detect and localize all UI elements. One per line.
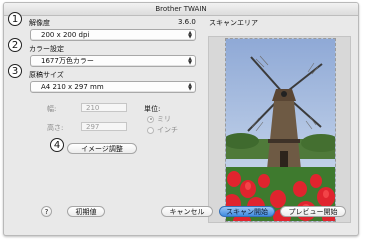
color-select[interactable]: 1677万色カラー ▲ ▼ xyxy=(30,55,196,67)
version-label: 3.6.0 xyxy=(178,18,196,26)
unit-label: 単位: xyxy=(144,105,161,113)
twain-dialog: Brother TWAIN 解像度 3.6.0 200 x 200 dpi ▲ ▼… xyxy=(3,2,359,236)
resolution-label: 解像度 xyxy=(29,19,50,27)
select-arrows-icon: ▲ ▼ xyxy=(188,56,192,66)
defaults-button[interactable]: 初期値 xyxy=(67,206,105,217)
height-label: 高さ: xyxy=(47,124,64,132)
windmill-tulip-photo xyxy=(226,39,335,221)
unit-mm-label: ミリ xyxy=(157,115,171,123)
select-arrows-icon: ▲ ▼ xyxy=(188,82,192,92)
document-size-select[interactable]: A4 210 x 297 mm ▲ ▼ xyxy=(30,81,196,93)
resolution-value: 200 x 200 dpi xyxy=(41,31,90,39)
radio-icon xyxy=(147,115,154,123)
unit-radio-inch[interactable]: インチ xyxy=(147,125,178,135)
select-arrows-icon: ▲ ▼ xyxy=(188,30,192,40)
unit-radio-mm[interactable]: ミリ xyxy=(147,114,171,124)
image-adjust-button[interactable]: イメージ調整 xyxy=(67,143,137,154)
window-title: Brother TWAIN xyxy=(4,3,358,16)
callout-marker-4: 4 xyxy=(50,138,64,152)
callout-marker-3: 3 xyxy=(8,64,22,78)
help-button[interactable]: ? xyxy=(41,206,52,217)
scan-area-label: スキャンエリア xyxy=(209,19,258,27)
callout-marker-1: 1 xyxy=(8,12,22,26)
scan-area-panel[interactable] xyxy=(208,36,351,223)
width-label: 幅: xyxy=(47,105,57,113)
height-field[interactable]: 297 xyxy=(81,122,127,131)
radio-icon xyxy=(147,126,154,134)
document-size-label: 原稿サイズ xyxy=(29,71,64,79)
document-size-value: A4 210 x 297 mm xyxy=(41,83,104,91)
callout-marker-2: 2 xyxy=(8,38,22,52)
unit-inch-label: インチ xyxy=(157,126,178,134)
width-field[interactable]: 210 xyxy=(81,103,127,112)
color-value: 1677万色カラー xyxy=(41,57,94,65)
start-preview-button[interactable]: プレビュー開始 xyxy=(280,206,346,217)
resolution-select[interactable]: 200 x 200 dpi ▲ ▼ xyxy=(30,29,196,41)
cancel-button[interactable]: キャンセル xyxy=(161,206,213,217)
start-scan-button[interactable]: スキャン開始 xyxy=(219,206,275,217)
scan-preview-image xyxy=(225,38,336,222)
color-label: カラー設定 xyxy=(29,45,64,53)
